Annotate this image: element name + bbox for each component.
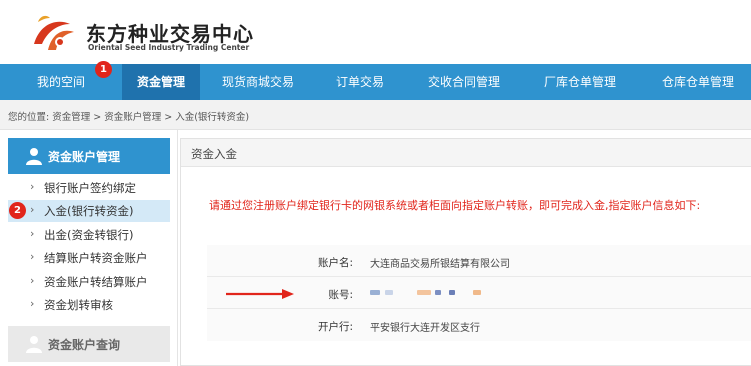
sidebar: 资金账户管理 › 银行账户签约绑定 › 入金(银行转资金) › 出金(资金转银行… <box>0 130 178 366</box>
bank-branch-label: 开户行: <box>317 321 353 333</box>
sidebar-item-deposit[interactable]: › 入金(银行转资金) <box>8 200 170 222</box>
sidebar-item-transfer-review[interactable]: › 资金划转审核 <box>8 294 170 316</box>
deposit-notice: 请通过您注册账户绑定银行卡的网银系统或者柜面向指定账户转账，即可完成入金,指定账… <box>209 199 701 212</box>
nav-item-order-trading[interactable]: 订单交易 <box>322 64 398 100</box>
bank-branch-row: 开户行: 平安银行大连开发区支行 <box>207 309 751 341</box>
sidebar-item-withdraw[interactable]: › 出金(资金转银行) <box>8 224 170 246</box>
sidebar-section-fund-account[interactable]: 资金账户管理 <box>8 138 170 174</box>
sidebar-footer-title: 资金账户查询 <box>48 338 121 352</box>
site-header: 东方种业交易中心 Oriental Seed Industry Trading … <box>0 0 751 64</box>
user-icon <box>26 336 42 353</box>
sidebar-item-label: 结算账户转资金账户 <box>44 251 148 265</box>
account-number-label: 账号: <box>328 289 353 301</box>
sidebar-item-label: 银行账户签约绑定 <box>44 181 136 195</box>
nav-item-spot-trading[interactable]: 现货商城交易 <box>210 64 306 100</box>
account-name-label: 账户名: <box>317 257 353 269</box>
nav-item-warehouse-warrant[interactable]: 仓库仓单管理 <box>648 64 748 100</box>
user-icon <box>26 148 42 165</box>
redacted-mask <box>385 290 393 295</box>
redacted-mask <box>435 290 441 295</box>
breadcrumb-text: 您的位置: 资金管理 > 资金账户管理 > 入金(银行转资金) <box>8 112 250 123</box>
sidebar-section-fund-query[interactable]: 资金账户查询 <box>8 326 170 362</box>
breadcrumb: 您的位置: 资金管理 > 资金账户管理 > 入金(银行转资金) <box>0 100 751 130</box>
step-badge-1: 1 <box>95 61 112 78</box>
main-nav: 我的空间 资金管理 现货商城交易 订单交易 交收合同管理 厂库仓单管理 仓库仓单… <box>0 64 751 100</box>
sidebar-item-settlement-to-fund[interactable]: › 结算账户转资金账户 <box>8 247 170 269</box>
nav-item-delivery-contract[interactable]: 交收合同管理 <box>414 64 514 100</box>
sidebar-item-label: 出金(资金转银行) <box>44 228 134 242</box>
bank-branch-value: 平安银行大连开发区支行 <box>370 323 480 334</box>
brand-name-en: Oriental Seed Industry Trading Center <box>88 43 250 52</box>
red-arrow-icon <box>226 289 294 299</box>
panel-header: 资金入金 <box>181 139 751 167</box>
chevron-right-icon: › <box>30 274 35 287</box>
sidebar-section-title: 资金账户管理 <box>48 150 121 164</box>
nav-item-factory-warrant[interactable]: 厂库仓单管理 <box>530 64 630 100</box>
sidebar-item-label: 资金账户转结算账户 <box>44 275 148 289</box>
deposit-panel: 资金入金 请通过您注册账户绑定银行卡的网银系统或者柜面向指定账户转账，即可完成入… <box>180 138 751 366</box>
sidebar-item-label: 资金划转审核 <box>44 298 113 312</box>
chevron-right-icon: › <box>30 180 35 193</box>
chevron-right-icon: › <box>30 227 35 240</box>
redacted-mask <box>417 290 431 295</box>
chevron-right-icon: › <box>30 203 35 216</box>
redacted-mask <box>473 290 481 295</box>
chevron-right-icon: › <box>30 250 35 263</box>
seed-logo-icon <box>34 15 74 50</box>
step-badge-2: 2 <box>9 202 26 219</box>
nav-item-fund-management[interactable]: 资金管理 <box>122 64 200 100</box>
redacted-mask <box>370 290 380 295</box>
account-name-row: 账户名: 大连商品交易所银结算有限公司 <box>207 245 751 277</box>
sidebar-item-bank-binding[interactable]: › 银行账户签约绑定 <box>8 177 170 199</box>
sidebar-item-label: 入金(银行转资金) <box>44 204 134 218</box>
chevron-right-icon: › <box>30 297 35 310</box>
sidebar-item-fund-to-settlement[interactable]: › 资金账户转结算账户 <box>8 271 170 293</box>
redacted-mask <box>449 290 455 295</box>
panel-title: 资金入金 <box>191 147 237 161</box>
account-name-value: 大连商品交易所银结算有限公司 <box>370 259 510 270</box>
